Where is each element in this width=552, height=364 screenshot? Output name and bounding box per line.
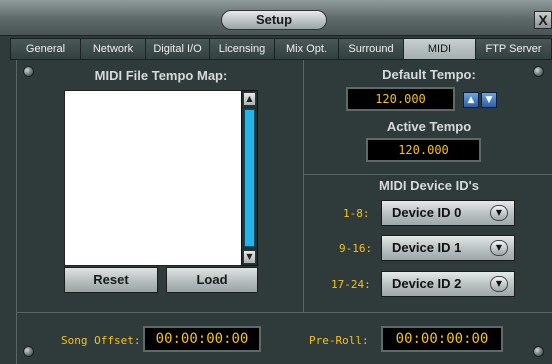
active-tempo-title: Active Tempo — [386, 119, 472, 134]
title-bar: Setup X — [0, 0, 552, 36]
device-ids-title: MIDI Device ID's — [379, 178, 479, 193]
scroll-down-arrow-icon[interactable]: ▼ — [243, 250, 256, 264]
tab-licensing[interactable]: Licensing — [209, 38, 274, 60]
up-arrow-icon[interactable]: ▲ — [463, 92, 479, 108]
tab-surround[interactable]: Surround — [338, 38, 403, 60]
chevron-down-icon: ▼ — [490, 240, 508, 256]
device-id-value: Device ID 1 — [392, 240, 462, 255]
song-offset-label: Song Offset: — [61, 334, 141, 347]
device-range-label: 9-16: — [339, 242, 373, 255]
pre-roll-display[interactable]: 00:00:00:00 — [381, 326, 503, 352]
device-id-select-9-16[interactable]: Device ID 1 ▼ — [381, 235, 515, 261]
load-button[interactable]: Load — [166, 267, 258, 293]
chevron-down-icon: ▼ — [490, 205, 508, 221]
tab-ftp-server[interactable]: FTP Server — [475, 38, 552, 60]
default-tempo-display[interactable]: 120.000 — [346, 87, 455, 111]
default-tempo-title: Default Tempo: — [382, 67, 476, 82]
scroll-up-arrow-icon[interactable]: ▲ — [243, 92, 256, 106]
chevron-down-icon: ▼ — [490, 276, 508, 292]
midi-settings-panel: MIDI File Tempo Map: ▲ ▼ Reset Load Defa… — [16, 60, 552, 364]
tempo-map-scrollbar[interactable]: ▲ ▼ — [241, 90, 258, 266]
active-tempo-display: 120.000 — [366, 138, 481, 162]
tab-bar: General Network Digital I/O Licensing Mi… — [10, 38, 552, 60]
tempo-map-list[interactable] — [64, 90, 256, 266]
tab-digital-io[interactable]: Digital I/O — [145, 38, 209, 60]
section-divider — [304, 174, 552, 175]
section-divider — [303, 60, 304, 312]
reset-button[interactable]: Reset — [64, 267, 158, 293]
scrollbar-thumb[interactable] — [244, 109, 255, 247]
song-offset-display[interactable]: 00:00:00:00 — [143, 326, 261, 352]
tempo-map-title: MIDI File Tempo Map: — [94, 68, 228, 83]
tab-midi[interactable]: MIDI — [403, 38, 475, 60]
screw-icon — [23, 66, 34, 77]
device-id-select-17-24[interactable]: Device ID 2 ▼ — [381, 271, 515, 297]
screw-icon — [533, 346, 544, 357]
tab-general[interactable]: General — [10, 38, 80, 60]
device-range-label: 1-8: — [343, 207, 370, 220]
tab-mix-opt[interactable]: Mix Opt. — [274, 38, 338, 60]
section-divider — [17, 312, 552, 313]
device-id-value: Device ID 2 — [392, 276, 462, 291]
pre-roll-label: Pre-Roll: — [309, 334, 369, 347]
down-arrow-icon[interactable]: ▼ — [481, 92, 497, 108]
device-id-select-1-8[interactable]: Device ID 0 ▼ — [381, 200, 515, 226]
device-id-value: Device ID 0 — [392, 205, 462, 220]
screw-icon — [23, 346, 34, 357]
tab-network[interactable]: Network — [80, 38, 145, 60]
window-title: Setup — [221, 10, 327, 30]
device-range-label: 17-24: — [331, 278, 371, 291]
close-button[interactable]: X — [534, 11, 552, 29]
